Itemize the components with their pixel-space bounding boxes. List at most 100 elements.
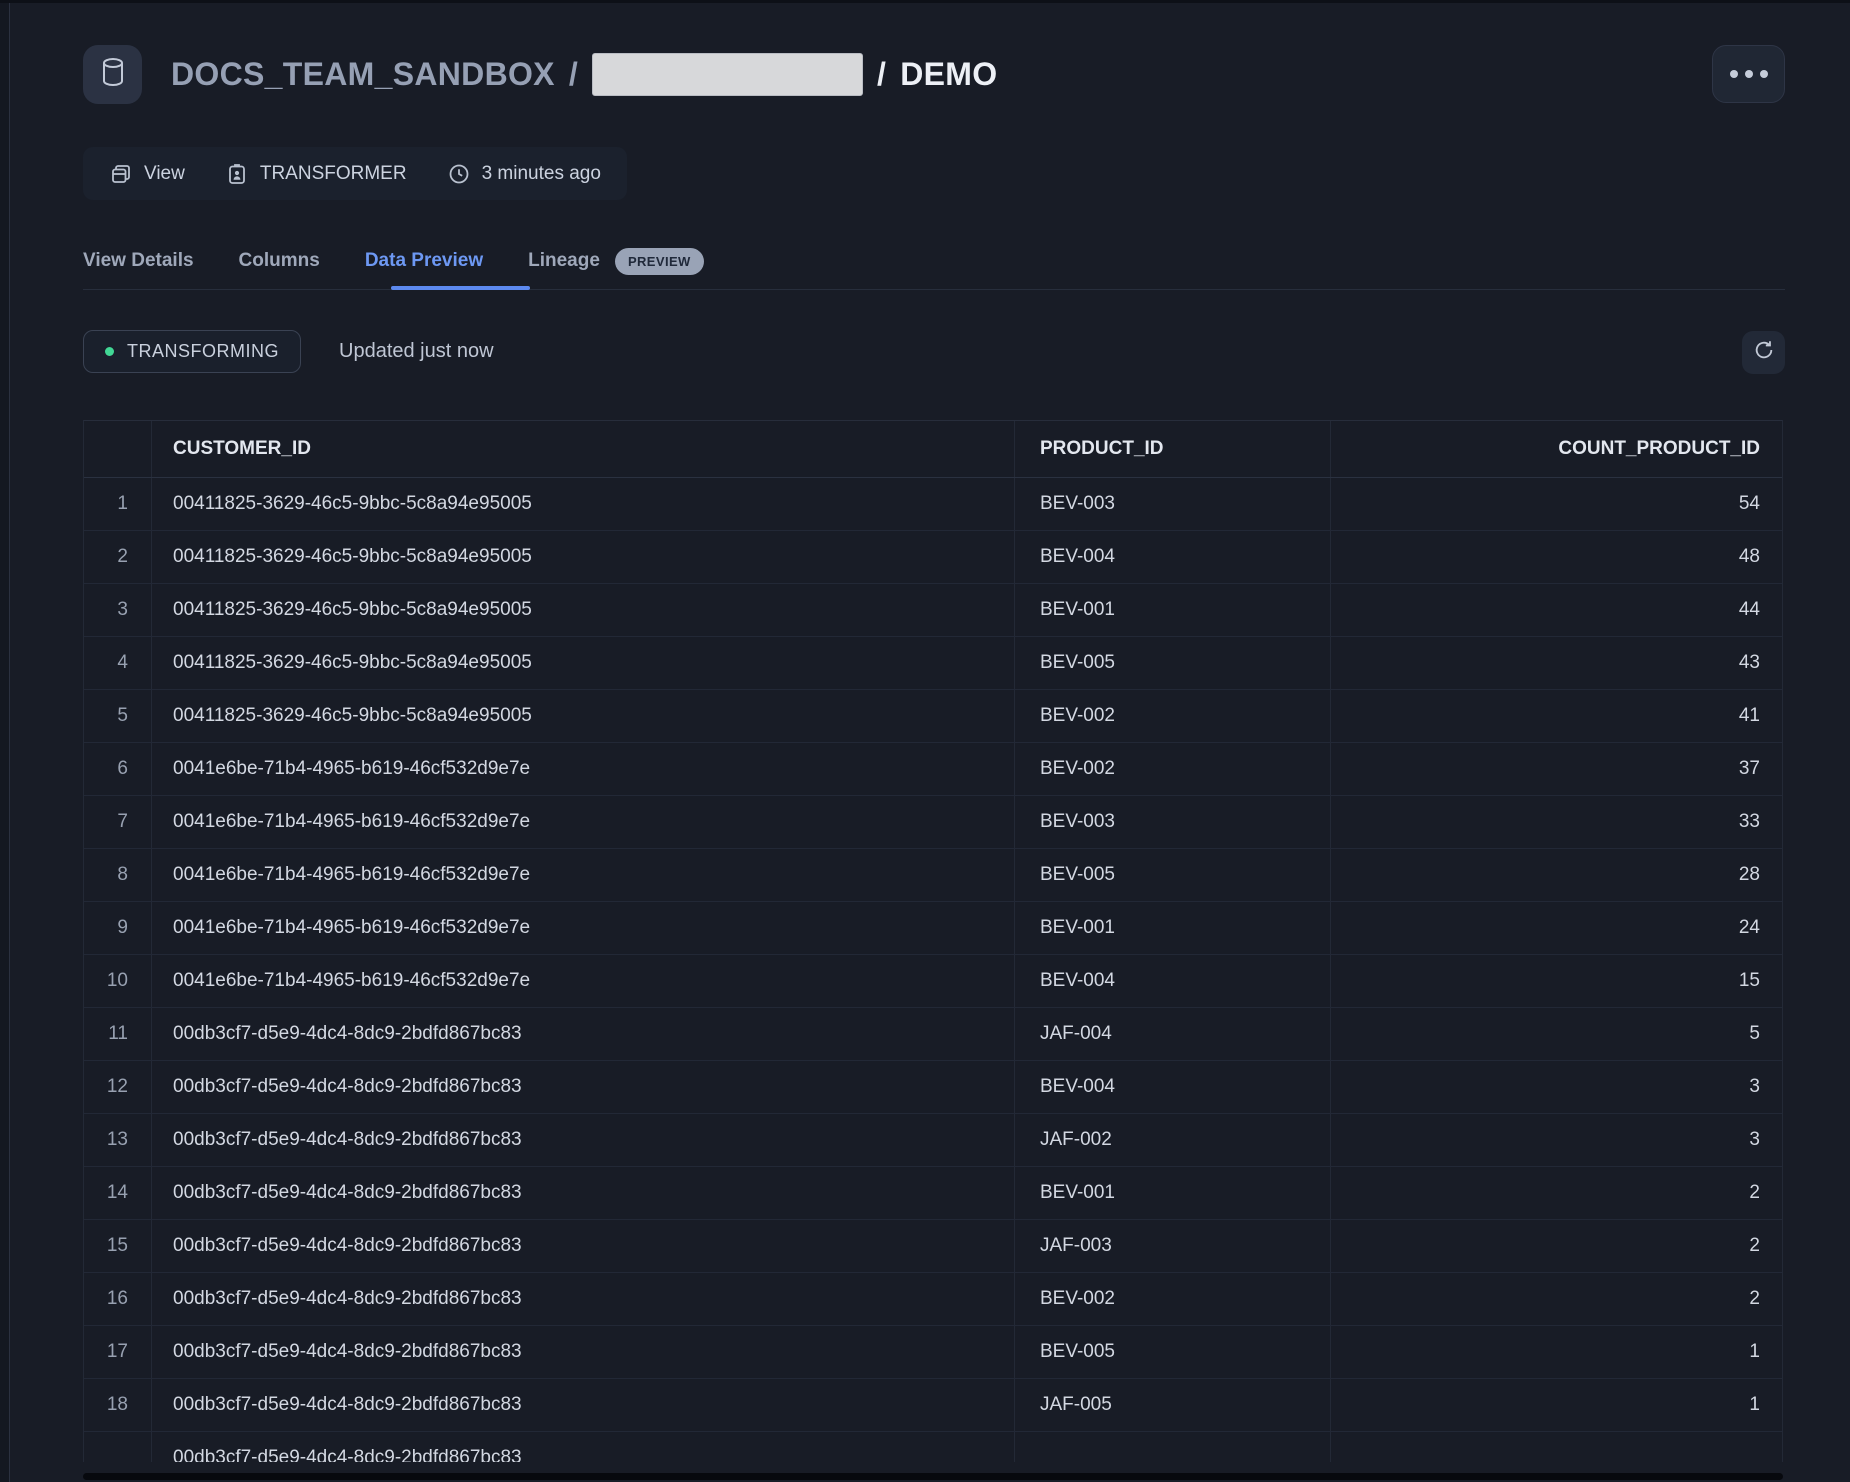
tab-label: Lineage — [528, 250, 600, 272]
table-row: 100041e6be-71b4-4965-b619-46cf532d9e7eBE… — [84, 955, 1782, 1008]
ellipsis-icon — [1745, 70, 1753, 78]
cell-count-product-id: 28 — [1331, 849, 1782, 901]
row-number: 2 — [84, 531, 152, 583]
active-tab-underline — [391, 286, 530, 290]
object-meta-bar: View TRANSFORMER 3 minutes ago — [83, 147, 627, 200]
object-updated-badge: 3 minutes ago — [447, 162, 601, 186]
refresh-icon — [1753, 339, 1775, 366]
row-number: 14 — [84, 1167, 152, 1219]
row-number: 11 — [84, 1008, 152, 1060]
database-object-icon-tile — [83, 45, 142, 104]
cell-product-id: BEV-005 — [1015, 1326, 1331, 1378]
status-dot-icon — [105, 347, 114, 356]
cell-product-id: BEV-003 — [1015, 478, 1331, 530]
cell-customer-id: 00db3cf7-d5e9-4dc4-8dc9-2bdfd867bc83 — [152, 1273, 1015, 1325]
table-row: 90041e6be-71b4-4965-b619-46cf532d9e7eBEV… — [84, 902, 1782, 955]
tab-lineage[interactable]: Lineage PREVIEW — [528, 248, 704, 275]
more-options-button[interactable] — [1712, 45, 1785, 103]
table-row: 1800db3cf7-d5e9-4dc4-8dc9-2bdfd867bc83JA… — [84, 1379, 1782, 1432]
object-role-label: TRANSFORMER — [260, 163, 407, 185]
cell-product-id: BEV-001 — [1015, 584, 1331, 636]
cell-product-id: BEV-004 — [1015, 531, 1331, 583]
tab-label: Columns — [239, 250, 320, 272]
cell-count-product-id: 54 — [1331, 478, 1782, 530]
cell-customer-id: 00db3cf7-d5e9-4dc4-8dc9-2bdfd867bc83 — [152, 1220, 1015, 1272]
cell-product-id: JAF-002 — [1015, 1114, 1331, 1166]
column-header-product-id: PRODUCT_ID — [1015, 421, 1331, 477]
cell-customer-id: 00db3cf7-d5e9-4dc4-8dc9-2bdfd867bc83 — [152, 1008, 1015, 1060]
table-row-partial: 00db3cf7-d5e9-4dc4-8dc9-2bdfd867bc83 — [84, 1432, 1782, 1462]
tab-data-preview[interactable]: Data Preview — [365, 250, 483, 272]
cell-customer-id: 00db3cf7-d5e9-4dc4-8dc9-2bdfd867bc83 — [152, 1379, 1015, 1431]
panel-left-edge — [0, 0, 10, 1482]
cell-product-id: BEV-005 — [1015, 637, 1331, 689]
view-icon — [109, 162, 133, 186]
cell-product-id: BEV-002 — [1015, 1273, 1331, 1325]
cell-customer-id: 00411825-3629-46c5-9bbc-5c8a94e95005 — [152, 637, 1015, 689]
cell-customer-id: 0041e6be-71b4-4965-b619-46cf532d9e7e — [152, 955, 1015, 1007]
object-type-label: View — [144, 163, 185, 185]
row-number: 15 — [84, 1220, 152, 1272]
cell-product-id: BEV-001 — [1015, 1167, 1331, 1219]
breadcrumb-separator: / — [877, 56, 886, 93]
cell-product-id: JAF-004 — [1015, 1008, 1331, 1060]
row-number: 18 — [84, 1379, 152, 1431]
row-number: 3 — [84, 584, 152, 636]
cell-customer-id: 00db3cf7-d5e9-4dc4-8dc9-2bdfd867bc83 — [152, 1167, 1015, 1219]
cell-product-id: BEV-002 — [1015, 690, 1331, 742]
table-row: 60041e6be-71b4-4965-b619-46cf532d9e7eBEV… — [84, 743, 1782, 796]
clock-icon — [447, 162, 471, 186]
row-number: 4 — [84, 637, 152, 689]
object-role-badge: TRANSFORMER — [225, 162, 407, 186]
database-icon — [100, 57, 126, 92]
cell-customer-id: 00411825-3629-46c5-9bbc-5c8a94e95005 — [152, 690, 1015, 742]
table-row: 1700db3cf7-d5e9-4dc4-8dc9-2bdfd867bc83BE… — [84, 1326, 1782, 1379]
table-row: 1500db3cf7-d5e9-4dc4-8dc9-2bdfd867bc83JA… — [84, 1220, 1782, 1273]
tab-view-details[interactable]: View Details — [83, 250, 194, 272]
cell-customer-id: 0041e6be-71b4-4965-b619-46cf532d9e7e — [152, 849, 1015, 901]
table-row: 500411825-3629-46c5-9bbc-5c8a94e95005BEV… — [84, 690, 1782, 743]
preview-pill-badge: PREVIEW — [615, 248, 704, 275]
table-row: 1600db3cf7-d5e9-4dc4-8dc9-2bdfd867bc83BE… — [84, 1273, 1782, 1326]
cell-product-id: JAF-005 — [1015, 1379, 1331, 1431]
tab-label: View Details — [83, 250, 194, 272]
status-badge-label: TRANSFORMING — [127, 341, 279, 362]
column-header-customer-id: CUSTOMER_ID — [152, 421, 1015, 477]
row-number: 9 — [84, 902, 152, 954]
refresh-button[interactable] — [1742, 331, 1785, 374]
cell-product-id: BEV-005 — [1015, 849, 1331, 901]
table-row: 70041e6be-71b4-4965-b619-46cf532d9e7eBEV… — [84, 796, 1782, 849]
cell-customer-id: 00db3cf7-d5e9-4dc4-8dc9-2bdfd867bc83 — [152, 1432, 1015, 1462]
object-type-badge: View — [109, 162, 185, 186]
updated-just-now-text: Updated just now — [339, 330, 494, 373]
cell-count-product-id: 2 — [1331, 1220, 1782, 1272]
table-row: 300411825-3629-46c5-9bbc-5c8a94e95005BEV… — [84, 584, 1782, 637]
breadcrumb-separator: / — [569, 56, 578, 93]
row-number: 17 — [84, 1326, 152, 1378]
cell-count-product-id: 48 — [1331, 531, 1782, 583]
data-preview-table[interactable]: CUSTOMER_ID PRODUCT_ID COUNT_PRODUCT_ID … — [83, 420, 1783, 1462]
object-updated-label: 3 minutes ago — [482, 163, 601, 185]
row-number: 16 — [84, 1273, 152, 1325]
cell-count-product-id: 33 — [1331, 796, 1782, 848]
row-number: 13 — [84, 1114, 152, 1166]
table-body: 100411825-3629-46c5-9bbc-5c8a94e95005BEV… — [84, 478, 1782, 1462]
cell-product-id: BEV-002 — [1015, 743, 1331, 795]
cell-customer-id: 00411825-3629-46c5-9bbc-5c8a94e95005 — [152, 478, 1015, 530]
tab-label: Data Preview — [365, 250, 483, 272]
cell-count-product-id: 44 — [1331, 584, 1782, 636]
cell-count-product-id: 24 — [1331, 902, 1782, 954]
cell-count-product-id: 2 — [1331, 1273, 1782, 1325]
tab-columns[interactable]: Columns — [239, 250, 320, 272]
horizontal-scrollbar[interactable] — [83, 1473, 1783, 1480]
breadcrumb-object: DEMO — [900, 56, 997, 93]
cell-product-id: BEV-003 — [1015, 796, 1331, 848]
cell-count-product-id: 2 — [1331, 1167, 1782, 1219]
cell-count-product-id — [1331, 1432, 1782, 1462]
table-row: 80041e6be-71b4-4965-b619-46cf532d9e7eBEV… — [84, 849, 1782, 902]
column-header-rownum — [84, 421, 152, 477]
row-number: 8 — [84, 849, 152, 901]
cell-count-product-id: 41 — [1331, 690, 1782, 742]
cell-count-product-id: 37 — [1331, 743, 1782, 795]
table-row: 200411825-3629-46c5-9bbc-5c8a94e95005BEV… — [84, 531, 1782, 584]
